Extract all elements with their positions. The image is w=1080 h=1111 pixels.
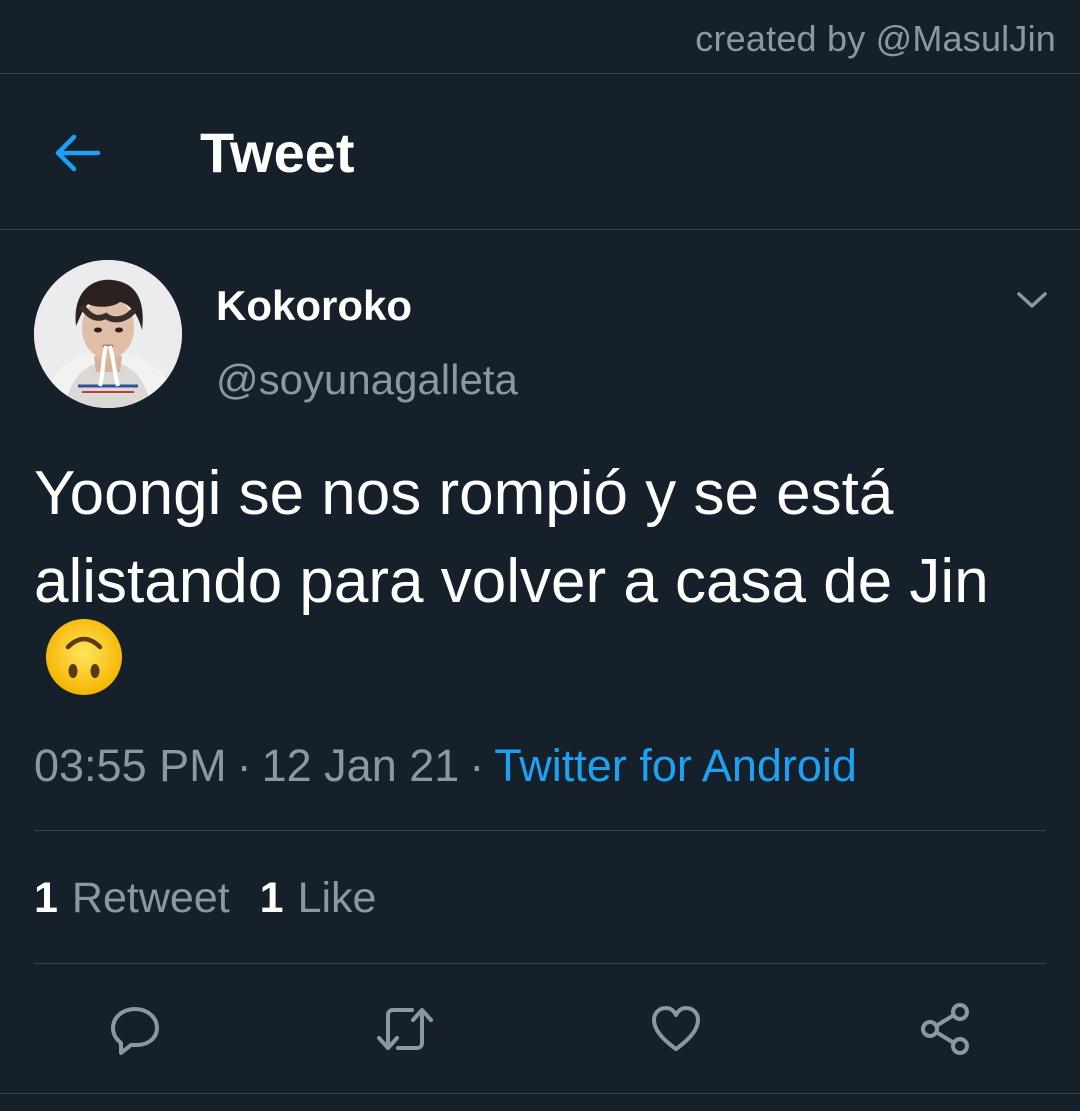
likes-stat[interactable]: 1 Like <box>260 872 377 924</box>
tweet-stats: 1 Retweet 1 Like <box>34 872 376 924</box>
avatar[interactable] <box>34 260 182 408</box>
divider <box>34 963 1046 964</box>
tweet-date: 12 Jan 21 <box>261 740 460 791</box>
tweet-body: Yoongi se nos rompió y se está alistando… <box>34 450 1054 721</box>
back-button[interactable] <box>44 122 110 184</box>
more-options-button[interactable] <box>1008 280 1056 320</box>
watermark-bar: created by @MasulJin <box>0 0 1080 74</box>
user-handle[interactable]: @soyunagalleta <box>216 354 518 406</box>
divider <box>34 830 1046 831</box>
heart-icon <box>652 1006 700 1051</box>
meta-separator: · <box>469 740 485 791</box>
page-title: Tweet <box>200 121 355 184</box>
tweet-time: 03:55 PM <box>34 740 227 791</box>
like-button[interactable] <box>641 994 711 1064</box>
tweet-actions-bar <box>0 994 1080 1064</box>
watermark-text: created by @MasulJin <box>695 18 1056 59</box>
reply-icon <box>111 1007 159 1055</box>
retweet-button[interactable] <box>370 994 440 1064</box>
retweets-label: Retweet <box>71 874 230 922</box>
upside-down-face-emoji <box>44 617 124 721</box>
retweet-icon <box>377 1008 433 1050</box>
tweet-text: Yoongi se nos rompió y se está alistando… <box>34 459 989 616</box>
share-icon <box>921 1003 969 1055</box>
retweets-count: 1 <box>34 874 58 922</box>
arrow-left-icon <box>55 134 101 172</box>
retweets-stat[interactable]: 1 Retweet <box>34 872 230 924</box>
likes-count: 1 <box>259 874 284 922</box>
likes-label: Like <box>297 874 377 922</box>
chevron-down-icon <box>1017 292 1047 308</box>
share-button[interactable] <box>910 994 980 1064</box>
meta-separator: · <box>236 740 252 791</box>
display-name[interactable]: Kokoroko <box>216 280 412 332</box>
tweet-source-link[interactable]: Twitter for Android <box>494 740 857 791</box>
reply-button[interactable] <box>100 994 170 1064</box>
tweet-meta: 03:55 PM · 12 Jan 21 · Twitter for Android <box>34 738 857 794</box>
top-app-bar: Tweet <box>0 74 1080 230</box>
divider <box>0 1093 1080 1094</box>
user-photo <box>34 260 182 408</box>
